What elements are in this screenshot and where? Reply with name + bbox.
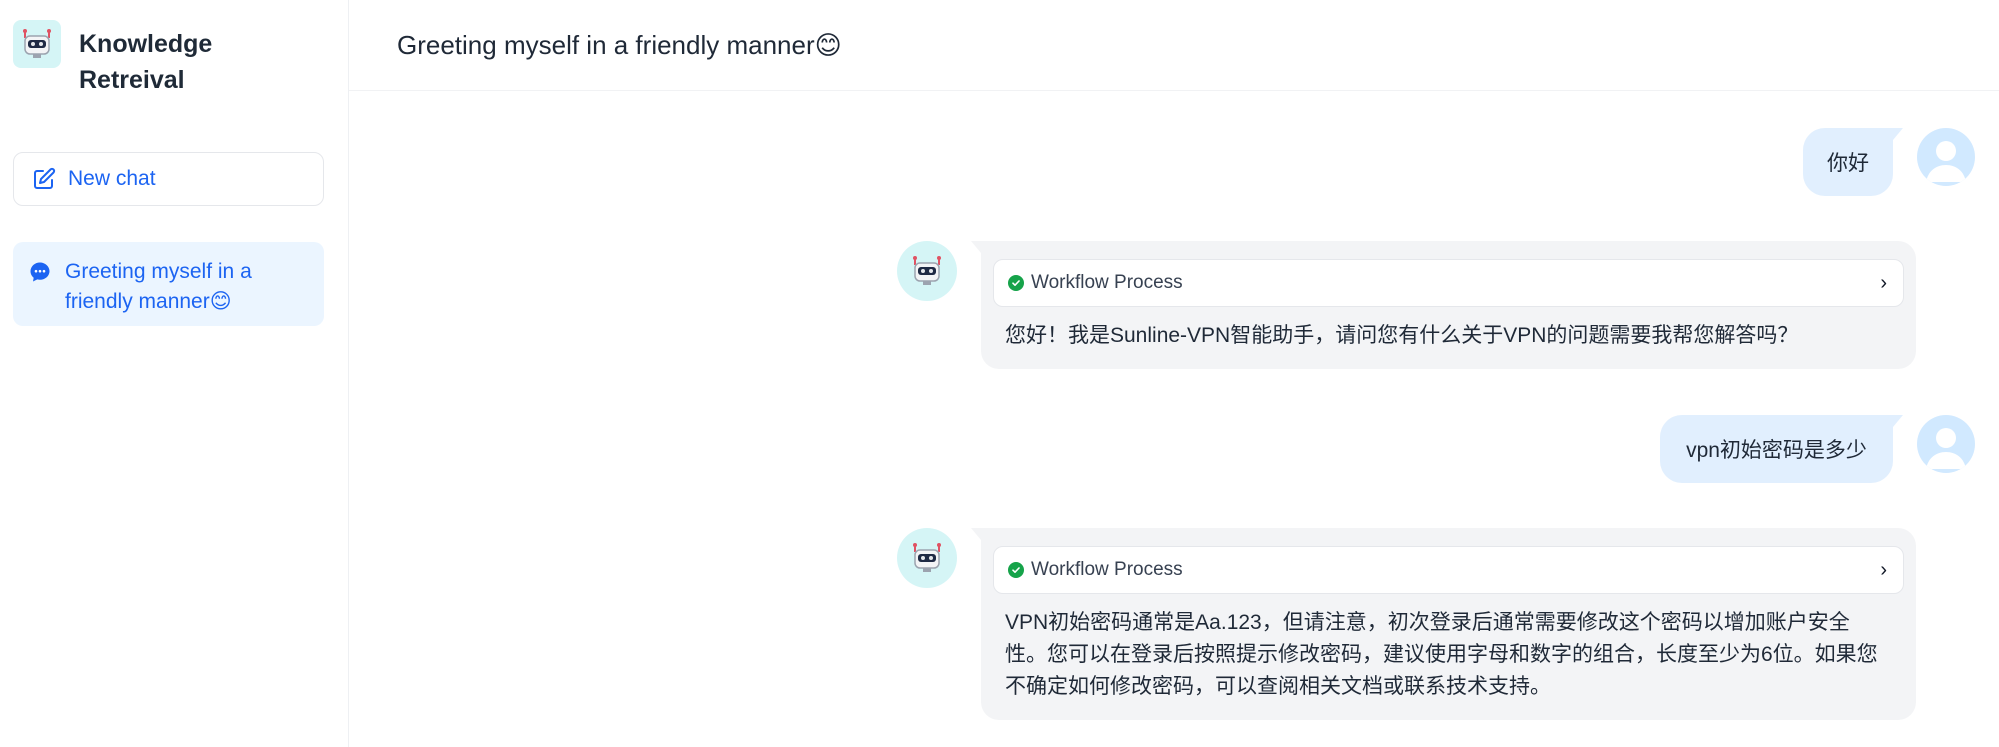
assistant-message: Workflow Process › VPN初始密码通常是Aa.123，但请注意… bbox=[971, 528, 1916, 720]
brand: Knowledge Retreival bbox=[13, 20, 259, 98]
workflow-label: Workflow Process bbox=[1031, 272, 1183, 293]
user-avatar bbox=[1917, 128, 1975, 186]
robot-icon bbox=[913, 256, 941, 285]
conversation-label-line2: friendly manner😊 bbox=[65, 290, 232, 313]
assistant-message-text: VPN初始密码通常是Aa.123，但请注意，初次登录后通常需要修改这个密码以增加… bbox=[1005, 607, 1886, 703]
check-circle-icon bbox=[1008, 275, 1024, 291]
conversation-label: Greeting myself in a friendly manner😊 bbox=[65, 257, 252, 317]
workflow-process-toggle[interactable]: Workflow Process › bbox=[993, 546, 1904, 594]
workflow-label: Workflow Process bbox=[1031, 559, 1183, 580]
user-icon bbox=[1926, 141, 1966, 182]
new-chat-label: New chat bbox=[68, 167, 156, 190]
assistant-avatar bbox=[897, 241, 957, 301]
user-icon bbox=[1926, 428, 1966, 469]
robot-icon bbox=[13, 20, 61, 68]
assistant-message-line: VPN初始密码通常是Aa.123，但请注意，初次登录后通常需要修改这个密码以增加… bbox=[1005, 611, 1850, 634]
user-message-text: vpn初始密码是多少 bbox=[1686, 439, 1867, 462]
assistant-message: Workflow Process › 您好！我是Sunline-VPN智能助手，… bbox=[971, 241, 1916, 369]
new-chat-button[interactable]: New chat bbox=[13, 152, 324, 206]
assistant-message-line: 性。您可以在登录后按照提示修改密码，建议使用字母和数字的组合，长度至少为6位。如… bbox=[1005, 643, 1878, 666]
workflow-process-toggle[interactable]: Workflow Process › bbox=[993, 259, 1904, 307]
check-circle-icon bbox=[1008, 562, 1024, 578]
edit-icon bbox=[32, 167, 56, 191]
chat-title: Greeting myself in a friendly manner😊 bbox=[397, 29, 842, 60]
user-avatar bbox=[1917, 415, 1975, 473]
chat-header: Greeting myself in a friendly manner😊 bbox=[349, 0, 1999, 91]
app-title: Knowledge Retreival bbox=[79, 26, 259, 98]
app-root: Knowledge Retreival New chat Greeting my… bbox=[0, 0, 1999, 747]
conversation-item[interactable]: Greeting myself in a friendly manner😊 bbox=[13, 242, 324, 326]
app-title-line1: Knowledge bbox=[79, 30, 213, 58]
assistant-avatar bbox=[897, 528, 957, 588]
app-title-line2: Retreival bbox=[79, 66, 185, 94]
robot-icon bbox=[913, 543, 941, 572]
sidebar: Knowledge Retreival New chat Greeting my… bbox=[0, 0, 349, 747]
chevron-right-icon: › bbox=[1880, 558, 1887, 581]
conversation-label-line1: Greeting myself in a bbox=[65, 260, 252, 283]
assistant-message-text: 您好！我是Sunline-VPN智能助手，请问您有什么关于VPN的问题需要我帮您… bbox=[1005, 324, 1799, 347]
assistant-message-line: 不确定如何修改密码，可以查阅相关文档或联系技术支持。 bbox=[1005, 675, 1551, 698]
user-message: vpn初始密码是多少 bbox=[1660, 415, 1903, 483]
user-message-text: 你好 bbox=[1827, 152, 1869, 175]
chevron-right-icon: › bbox=[1880, 271, 1887, 294]
user-message: 你好 bbox=[1803, 128, 1903, 196]
chat-bubble-icon bbox=[29, 261, 51, 283]
